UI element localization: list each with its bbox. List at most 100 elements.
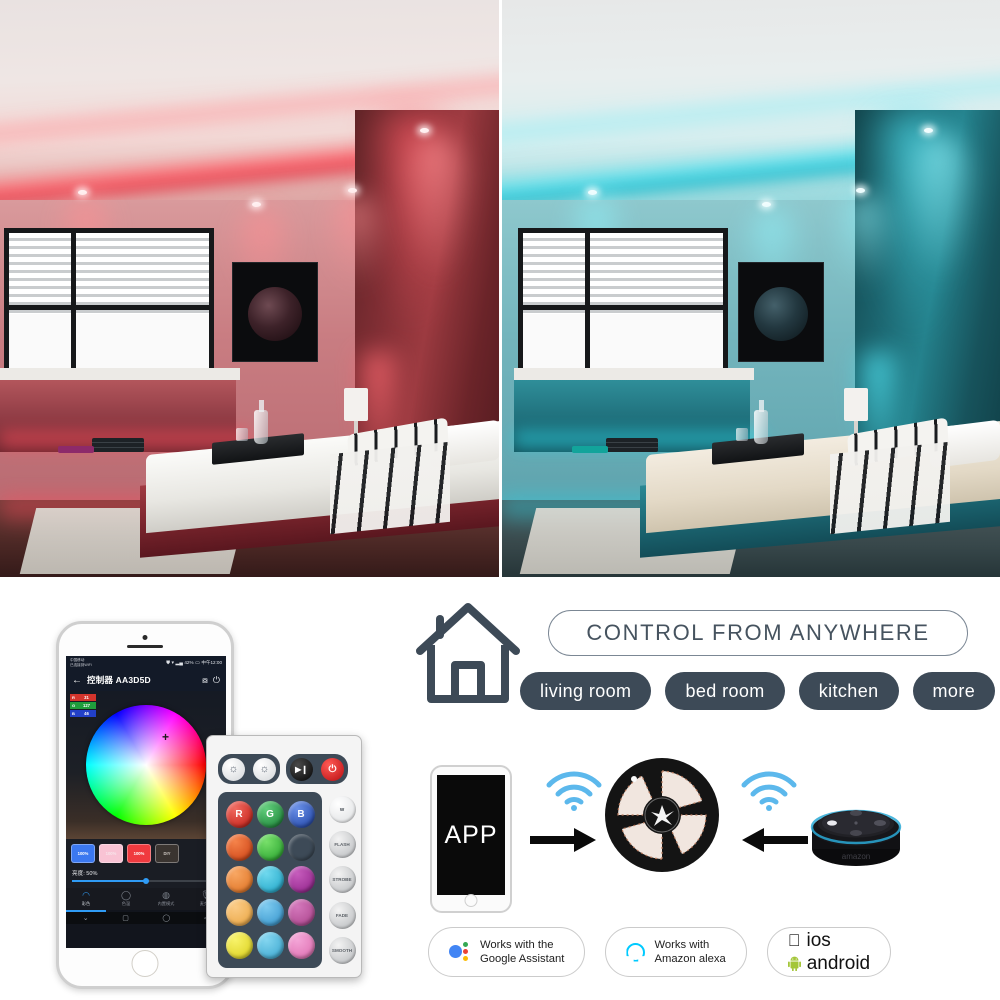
window-mullion [71,233,76,368]
nav-home-icon[interactable]: ◯ [162,914,170,922]
carrier-info: 中国移动 已连接到WiFi [70,658,92,667]
remote-brightness-group: ☼ ☼ [218,754,280,784]
strobe-button[interactable]: STROBE [328,866,356,894]
rgb-channel-label: B [72,711,75,716]
nav-recents-icon[interactable]: ▢ [122,914,129,922]
window-mullion [585,233,590,368]
app-label: APP [444,820,498,849]
hsv-color-wheel[interactable] [86,705,206,825]
arrow-right-icon [530,828,596,852]
color-button-lightblue[interactable] [256,931,284,959]
brightness-slider-knob[interactable] [143,877,149,884]
wall-glow [900,136,980,286]
preset-swatch-diy[interactable]: DIY [155,844,179,863]
bed-runner [830,441,950,535]
flash-button[interactable]: FLASH [328,831,356,859]
color-button-cyan[interactable] [256,866,284,894]
room-pill-more[interactable]: more [912,672,996,710]
wall-glow [322,196,390,291]
phone-speaker [127,645,163,648]
tab-color[interactable]: ◠ 彩色 [66,890,106,911]
amazon-alexa-badge[interactable]: Works with Amazon alexa [605,927,747,977]
books [92,438,144,452]
rgb-channel-label: G [71,703,76,708]
wall-glow [396,136,476,286]
room-pill-list: living room bed room kitchen more [520,672,996,710]
control-from-anywhere-banner: CONTROL FROM ANYWHERE [548,610,968,656]
room-pill-bed-room[interactable]: bed room [665,672,785,710]
carrier-line2: 已连接到WiFi [70,662,92,667]
room-pill-living-room[interactable]: living room [520,672,652,710]
downlight [762,202,771,207]
badge-line1: Works with the [480,938,554,951]
google-assistant-text: Works with the Google Assistant [480,938,564,966]
color-wheel-cursor[interactable]: + [162,731,169,743]
downlight [252,202,261,207]
tab-label: 彩色 [81,901,91,907]
white-button[interactable]: W [328,796,356,824]
fade-button[interactable]: FADE [328,901,356,929]
color-button-yellow[interactable] [225,931,253,959]
rgb-row-green: G 127 [70,702,96,709]
color-button-gold[interactable] [225,899,253,927]
smooth-button[interactable]: SMOOTH [328,936,356,964]
color-button-pink[interactable] [287,931,315,959]
window [4,228,214,373]
power-button[interactable]: ⏻ [321,757,344,781]
tab-temperature[interactable]: ◯ 色温 [106,890,146,911]
window-blinds [9,233,209,314]
downlight [420,128,429,133]
remote-function-column: W FLASH STROBE FADE SMOOTH [325,792,359,968]
timer-icon[interactable]: ⧇ [202,675,208,686]
photo-divider [499,0,502,577]
google-assistant-badge[interactable]: Works with the Google Assistant [428,927,586,977]
color-button-lime[interactable] [256,833,284,861]
color-button-blue[interactable]: B [287,801,315,829]
platform-badge[interactable]:  ios an [766,927,892,977]
ios-label: ios [793,929,830,951]
hero-room-photos [0,0,1000,577]
brightness-down-button[interactable]: ☼ [253,757,276,781]
play-pause-button[interactable]: ▶❙ [290,757,313,781]
rgb-channel-value: 46 [84,711,89,716]
color-button-amber[interactable] [225,866,253,894]
apple-icon:  [788,932,801,949]
preset-swatch-blue[interactable]: 100% [71,844,95,863]
color-button-azure[interactable] [288,834,315,861]
platform-ios:  ios [788,930,870,952]
brightness-up-button[interactable]: ☼ [222,757,245,781]
brightness-slider[interactable] [72,877,220,884]
decanter [754,410,768,444]
brightness-slider-wrap [66,877,226,888]
room-pill-kitchen[interactable]: kitchen [798,672,899,710]
color-button-green[interactable]: G [256,801,284,829]
window-sill [0,368,240,380]
phone-home-button[interactable] [131,950,159,977]
arrow-left-icon [742,828,808,852]
signal-icon: ▂▄ [175,659,183,666]
banner-text: CONTROL FROM ANYWHERE [586,620,930,645]
android-nav-bar: ⌄ ▢ ◯ ◁ [66,911,226,924]
tab-builtin-modes[interactable]: ◍ 内置模式 [146,889,186,911]
wifi-signal-icon [741,771,797,811]
color-wheel-area: R 31 G 127 B 46 + [66,691,226,839]
back-button[interactable]: ← [72,675,82,686]
preset-swatches: 100% 100% 100% DIY [66,839,226,866]
status-icons: ⛊ ▾ ▂▄ 42% ▭ 中午12:00 [166,660,222,666]
color-button-purple[interactable] [287,866,315,894]
color-button-magenta[interactable] [287,899,315,927]
rgb-readout: R 31 G 127 B 46 [70,694,96,718]
rgb-row-red: R 31 [70,694,96,701]
diagram-phone-screen: APP [437,775,505,895]
preset-swatch-pink[interactable]: 100% [99,844,123,863]
color-button-skyblue[interactable] [256,899,284,927]
brightness-label: 亮度: 50% [66,866,226,878]
table-lamp-shade [344,388,368,421]
pattern-icon: ◍ [162,889,170,900]
color-button-orange[interactable] [225,833,253,861]
color-button-red[interactable]: R [225,801,253,829]
platform-list:  ios an [787,930,870,975]
preset-swatch-red[interactable]: 100% [127,844,151,863]
nav-back-icon[interactable]: ⌄ [83,914,89,922]
power-icon[interactable]: ⏻ [213,675,220,686]
